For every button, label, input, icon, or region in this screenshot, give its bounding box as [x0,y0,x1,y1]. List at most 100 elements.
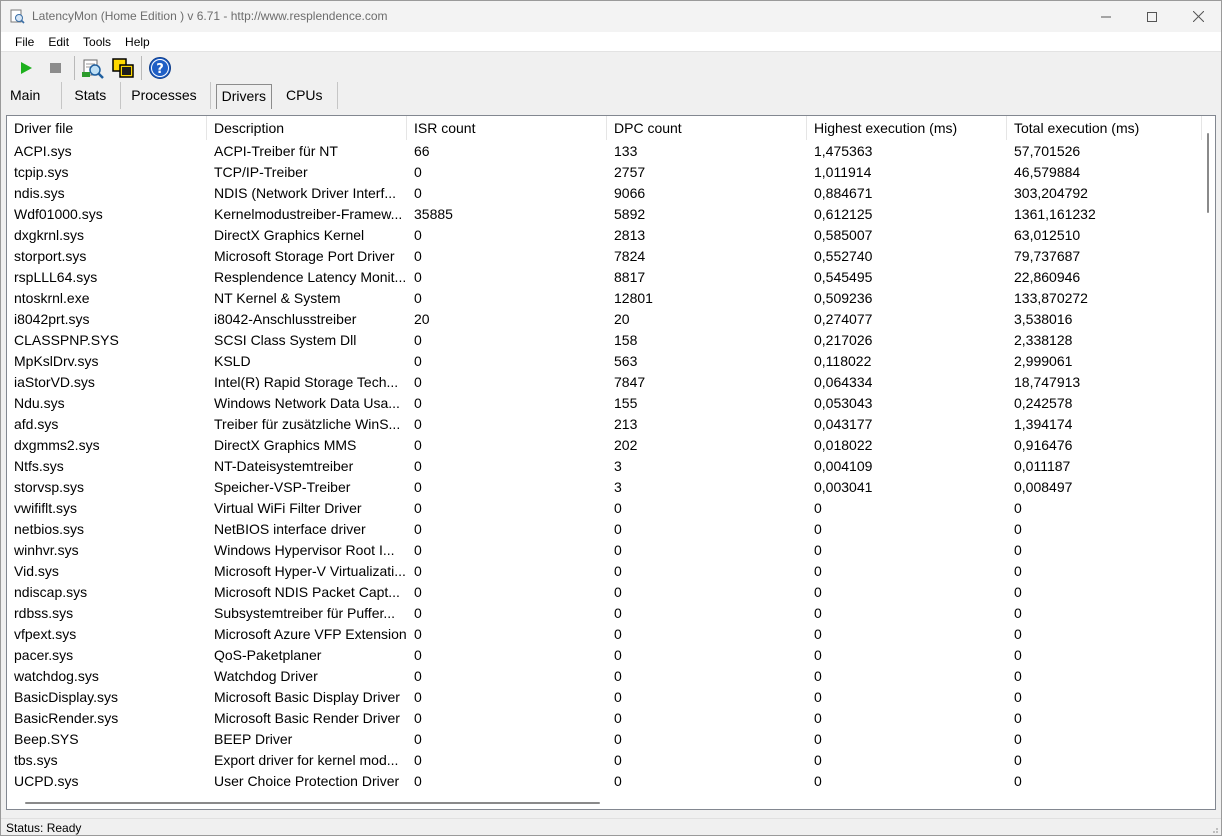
cell-driver-file: ntoskrnl.exe [14,290,90,306]
cell-isr-count: 0 [414,773,422,789]
cell-description: Watchdog Driver [214,668,318,684]
table-row[interactable]: tcpip.sys TCP/IP-Treiber 0 2757 1,011914 46,5… [7,162,1202,183]
cell-description: KSLD [214,353,251,369]
cell-description: i8042-Anschlusstreiber [214,311,357,327]
table-row[interactable]: ndis.sys NDIS (Network Driver Interf... 0 9… [7,183,1202,204]
cell-description: User Choice Protection Driver [214,773,400,789]
table-row[interactable]: ntoskrnl.exe NT Kernel & System 0 12801 0,50… [7,288,1202,309]
table-row[interactable]: iaStorVD.sys Intel(R) Rapid Storage Tech.… [7,372,1202,393]
column-header-highest-execution[interactable]: Highest execution (ms) [807,116,1007,140]
table-row[interactable]: Ndu.sys Windows Network Data Usa... 0 155 0,… [7,393,1202,414]
maximize-button[interactable] [1129,1,1175,32]
help-button[interactable]: ? [145,54,175,82]
table-row[interactable]: CLASSPNP.SYS SCSI Class System Dll 0 158 0,2… [7,330,1202,351]
cell-highest-execution: 0 [814,626,822,642]
column-header-driver-file[interactable]: Driver file [7,116,207,140]
stop-button[interactable] [41,54,71,82]
vertical-scrollbar[interactable] [1202,116,1215,796]
table-row[interactable]: netbios.sys NetBIOS interface driver 0 0 0 0 [7,519,1202,540]
table-row[interactable]: vwififlt.sys Virtual WiFi Filter Driver 0 0… [7,498,1202,519]
cell-highest-execution: 0,612125 [814,206,873,222]
title-bar[interactable]: LatencyMon (Home Edition ) v 6.71 - http… [1,1,1221,32]
cell-driver-file: storport.sys [14,248,87,264]
column-header-dpc-count[interactable]: DPC count [607,116,807,140]
tab-stats[interactable]: Stats [62,82,122,109]
resize-grip-icon[interactable] [1209,824,1219,834]
cell-highest-execution: 0,217026 [814,332,873,348]
table-row[interactable]: Vid.sys Microsoft Hyper-V Virtualizati...… [7,561,1202,582]
vertical-scroll-thumb[interactable] [1207,133,1209,213]
cell-description: Microsoft Basic Render Driver [214,710,400,726]
table-row[interactable]: BasicRender.sys Microsoft Basic Render Dr… [7,708,1202,729]
column-header-total-execution[interactable]: Total execution (ms) [1007,116,1202,140]
table-row[interactable]: vfpext.sys Microsoft Azure VFP Extension 0… [7,624,1202,645]
windows-button[interactable] [108,54,138,82]
cell-highest-execution: 0,552740 [814,248,873,264]
cell-total-execution: 0 [1014,563,1022,579]
cell-isr-count: 0 [414,185,422,201]
cell-description: SCSI Class System Dll [214,332,357,348]
cell-description: Kernelmodustreiber-Framew... [214,206,403,222]
cell-dpc-count: 0 [614,689,622,705]
cell-driver-file: iaStorVD.sys [14,374,95,390]
start-button[interactable] [11,54,41,82]
cell-driver-file: ACPI.sys [14,143,72,159]
table-row[interactable]: ndiscap.sys Microsoft NDIS Packet Capt...… [7,582,1202,603]
table-row[interactable]: dxgkrnl.sys DirectX Graphics Kernel 0 2813 0… [7,225,1202,246]
cell-dpc-count: 0 [614,710,622,726]
cell-description: Export driver for kernel mod... [214,752,399,768]
table-row[interactable]: Wdf01000.sys Kernelmodustreiber-Framew...… [7,204,1202,225]
horizontal-scroll-thumb[interactable] [25,802,600,804]
menu-tools[interactable]: Tools [76,33,118,51]
cell-dpc-count: 0 [614,668,622,684]
cell-dpc-count: 2813 [614,227,646,243]
minimize-button[interactable] [1083,1,1129,32]
column-header-isr-count[interactable]: ISR count [407,116,607,140]
cell-highest-execution: 0,043177 [814,416,873,432]
cell-driver-file: rdbss.sys [14,605,74,621]
tab-drivers[interactable]: Drivers [215,84,272,109]
svg-text:?: ? [156,62,164,77]
tab-processes[interactable]: Processes [121,82,211,109]
horizontal-scrollbar[interactable] [7,796,1215,809]
report-button[interactable] [78,54,108,82]
table-row[interactable]: UCPD.sys User Choice Protection Driver 0 0 0… [7,771,1202,792]
cell-description: Microsoft Hyper-V Virtualizati... [214,563,406,579]
cell-total-execution: 0 [1014,647,1022,663]
cell-description: NT-Dateisystemtreiber [214,458,354,474]
close-button[interactable] [1175,1,1221,32]
table-row[interactable]: storport.sys Microsoft Storage Port Drive… [7,246,1202,267]
table-row[interactable]: storvsp.sys Speicher-VSP-Treiber 0 3 0,00304… [7,477,1202,498]
table-row[interactable]: i8042prt.sys i8042-Anschlusstreiber 20 20 0,… [7,309,1202,330]
table-row[interactable]: tbs.sys Export driver for kernel mod... 0 0… [7,750,1202,771]
cell-dpc-count: 8817 [614,269,646,285]
table-row[interactable]: BasicDisplay.sys Microsoft Basic Display … [7,687,1202,708]
table-body: ACPI.sys ACPI-Treiber für NT 66 133 1,475363… [7,141,1202,792]
menu-edit[interactable]: Edit [41,33,76,51]
menu-file[interactable]: File [8,33,41,51]
menu-help[interactable]: Help [118,33,157,51]
table-row[interactable]: winhvr.sys Windows Hypervisor Root I... 0 0… [7,540,1202,561]
table-row[interactable]: Beep.SYS BEEP Driver 0 0 0 0 [7,729,1202,750]
tab-cpus[interactable]: CPUs [277,82,338,109]
cell-driver-file: Ntfs.sys [14,458,64,474]
cell-description: Intel(R) Rapid Storage Tech... [214,374,399,390]
cell-dpc-count: 202 [614,437,638,453]
cell-description: ACPI-Treiber für NT [214,143,338,159]
tab-main[interactable]: Main [1,82,63,109]
table-row[interactable]: watchdog.sys Watchdog Driver 0 0 0 0 [7,666,1202,687]
table-row[interactable]: rdbss.sys Subsystemtreiber für Puffer... 0… [7,603,1202,624]
table-row[interactable]: ACPI.sys ACPI-Treiber für NT 66 133 1,475363… [7,141,1202,162]
cell-isr-count: 0 [414,584,422,600]
table-row[interactable]: Ntfs.sys NT-Dateisystemtreiber 0 3 0,004109 0… [7,456,1202,477]
cell-driver-file: watchdog.sys [14,668,99,684]
cell-description: Windows Hypervisor Root I... [214,542,395,558]
cell-description: NetBIOS interface driver [214,521,366,537]
column-header-description[interactable]: Description [207,116,407,140]
table-row[interactable]: dxgmms2.sys DirectX Graphics MMS 0 202 0,018… [7,435,1202,456]
table-row[interactable]: afd.sys Treiber für zusätzliche WinS... 0 2… [7,414,1202,435]
table-row[interactable]: rspLLL64.sys Resplendence Latency Monit..… [7,267,1202,288]
table-row[interactable]: MpKslDrv.sys KSLD 0 563 0,118022 2,999061 [7,351,1202,372]
drivers-table[interactable]: Driver file Description ISR count DPC co… [6,115,1216,810]
table-row[interactable]: pacer.sys QoS-Paketplaner 0 0 0 0 [7,645,1202,666]
